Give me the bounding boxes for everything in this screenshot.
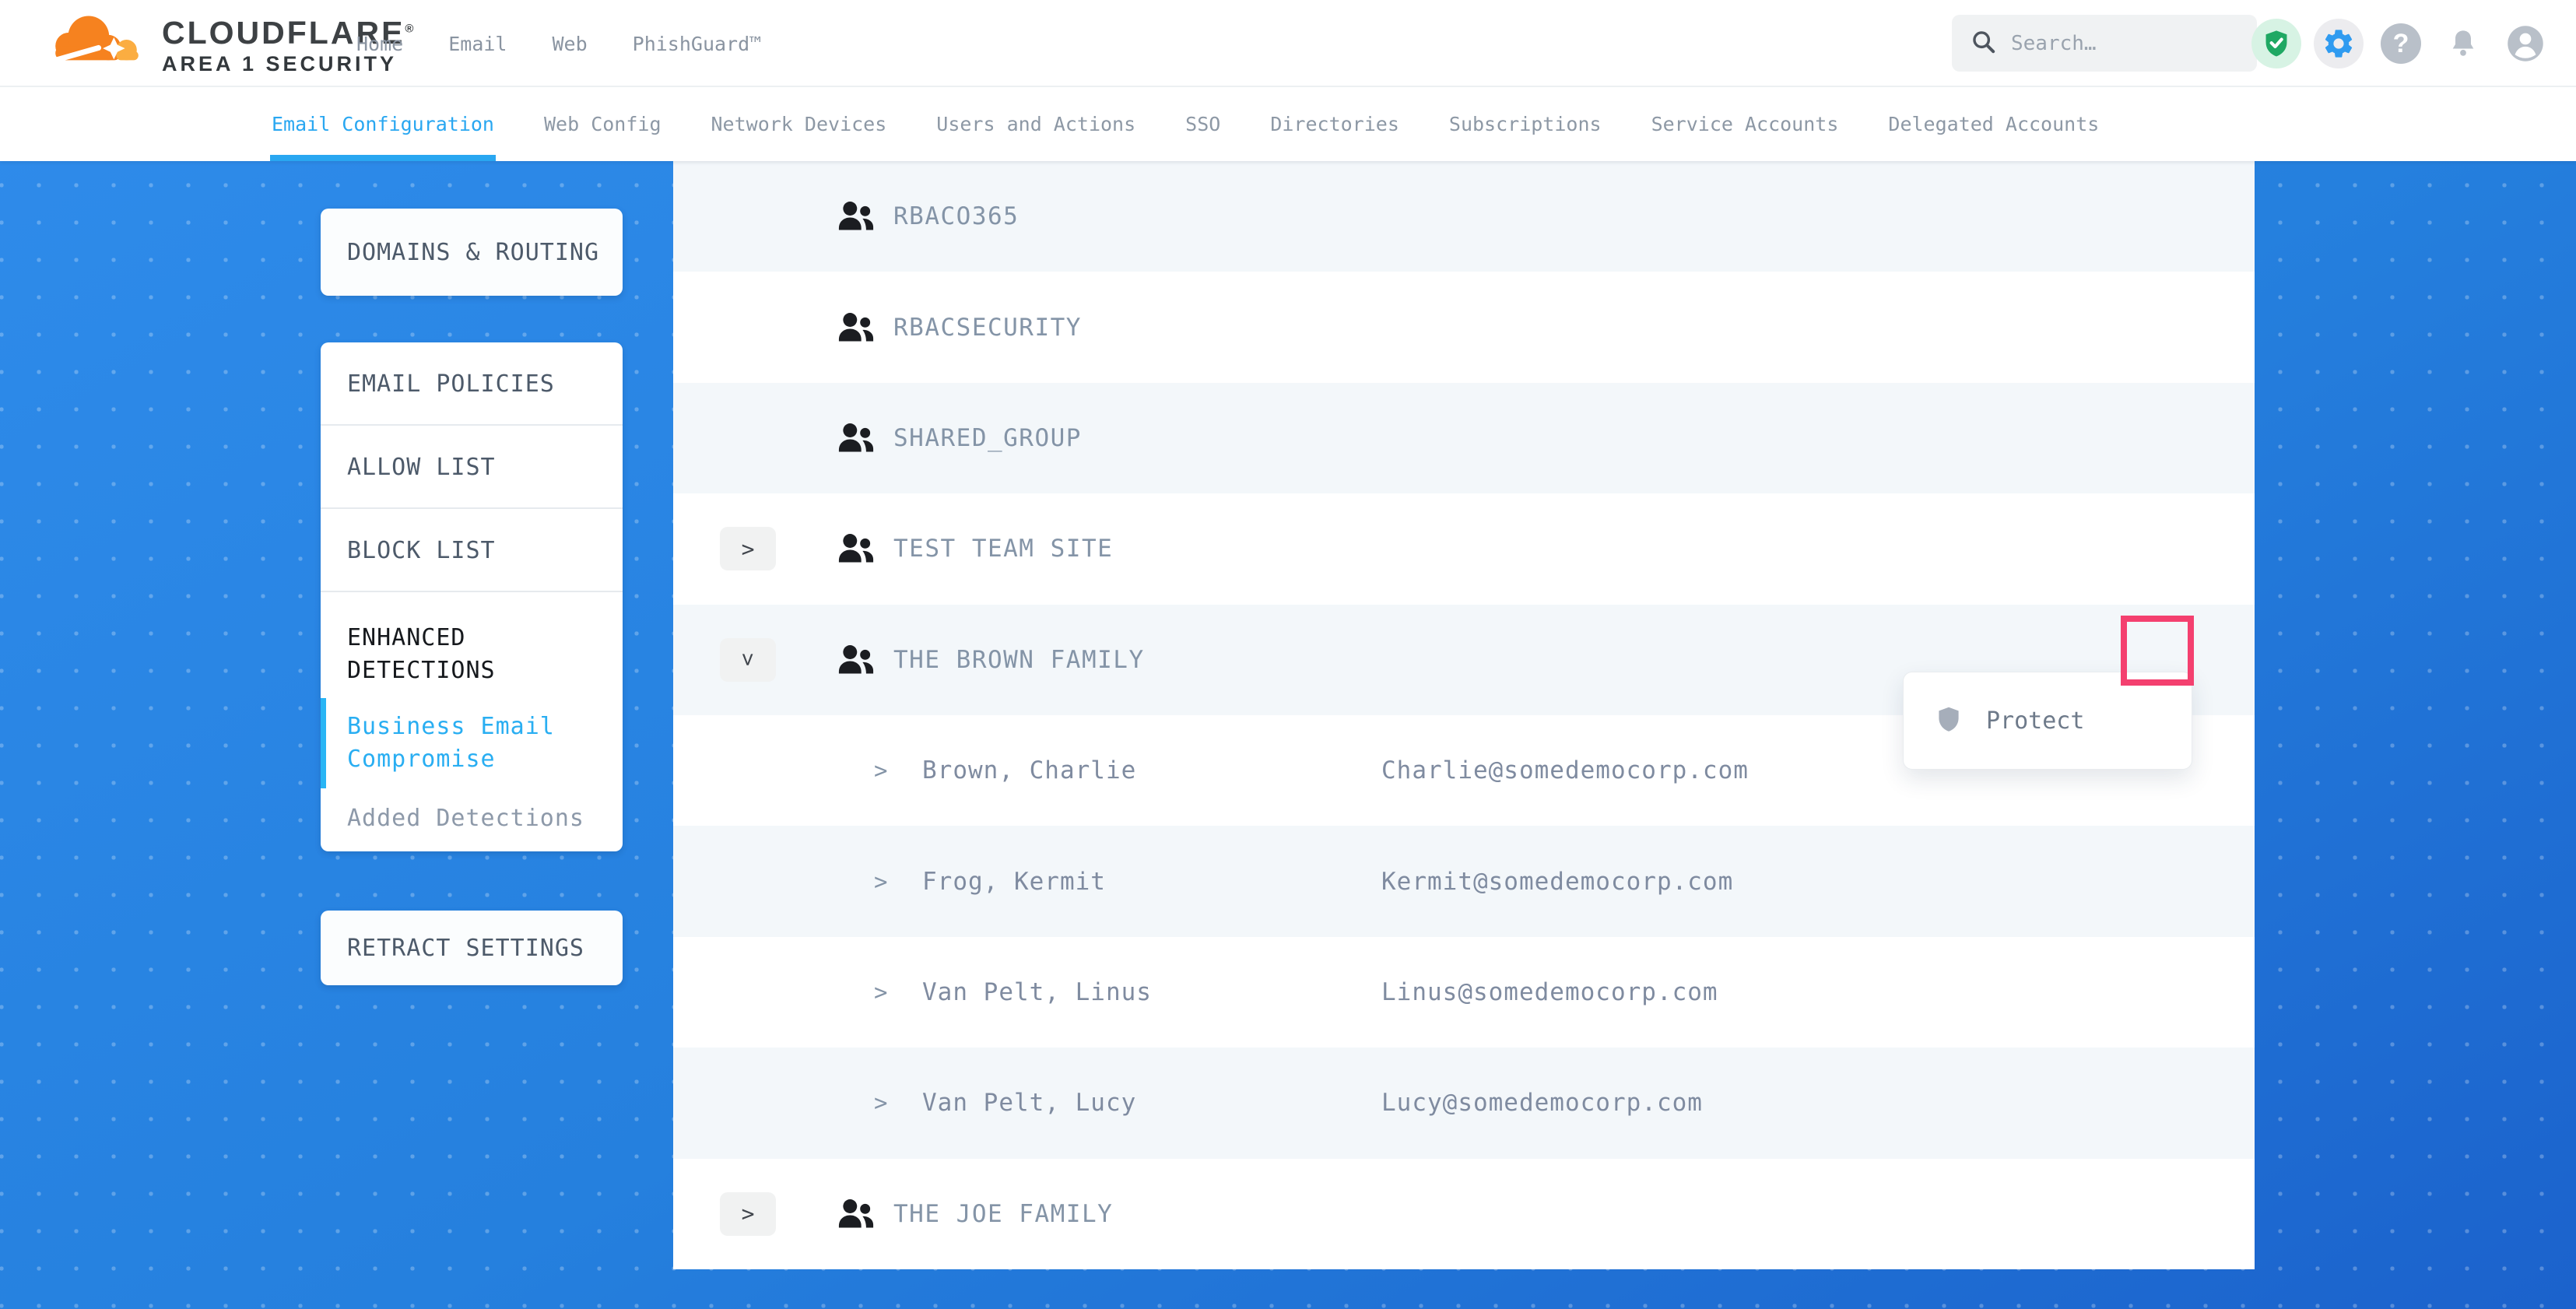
table-row: RBACO3650/0 (673, 161, 2255, 272)
context-menu: Protect (1903, 672, 2192, 770)
member-email: Charlie@somedemocorp.com (1381, 756, 1749, 784)
tab-delegated-accounts[interactable]: Delegated Accounts (1888, 87, 2099, 161)
shield-check-icon[interactable] (2251, 19, 2301, 68)
user-icon[interactable] (2501, 19, 2550, 68)
tab-subscriptions[interactable]: Subscriptions (1449, 87, 1602, 161)
nav-link-web[interactable]: Web (552, 33, 587, 55)
member-name: Brown, Charlie (922, 756, 1136, 784)
tab-web-config[interactable]: Web Config (544, 87, 662, 161)
group-icon (837, 421, 876, 455)
member-email: Linus@somedemocorp.com (1381, 978, 1718, 1006)
sidebar-item-added-detections[interactable]: Added Detections (321, 788, 623, 835)
group-name: SHARED_GROUP (893, 424, 1082, 452)
nav-link-home[interactable]: Home (356, 33, 403, 55)
expand-row-button[interactable]: > (720, 527, 776, 570)
group-name: THE BROWN FAMILY (893, 646, 1145, 674)
table-row: RBACSECURITY0/0 (673, 272, 2255, 382)
shield-icon (1935, 703, 1963, 739)
tab-network-devices[interactable]: Network Devices (711, 87, 887, 161)
page-background: CLOUDFLARE® AREA 1 SECURITY HomeEmailWeb… (0, 0, 2576, 1309)
tab-email-configuration[interactable]: Email Configuration (272, 87, 494, 161)
group-name: RBACO365 (893, 202, 1019, 230)
member-email: Kermit@somedemocorp.com (1381, 868, 1733, 896)
collapse-row-button[interactable]: > (720, 638, 776, 682)
tab-users-and-actions[interactable]: Users and Actions (936, 87, 1135, 161)
highlight-annotation-rectangle (2121, 616, 2194, 686)
group-icon (837, 643, 876, 677)
sidebar-card-retract-settings: RETRACT SETTINGS (321, 911, 623, 985)
top-nav: Home Email Web PhishGuard™ (356, 0, 761, 87)
member-email: Lucy@somedemocorp.com (1381, 1089, 1703, 1117)
table-row: > Van Pelt, Lucy Lucy@somedemocorp.com (673, 1048, 2255, 1158)
bell-icon[interactable] (2438, 19, 2488, 68)
search-input[interactable] (2011, 32, 2229, 55)
sidebar-card-email-policies: EMAIL POLICIESALLOW LISTBLOCK LISTENHANC… (321, 342, 623, 851)
top-header: CLOUDFLARE® AREA 1 SECURITY HomeEmailWeb… (0, 0, 2576, 87)
sidebar-item-enhanced-detections: ENHANCED DETECTIONS (321, 592, 554, 698)
tab-directories[interactable]: Directories (1270, 87, 1399, 161)
help-icon[interactable]: ? (2376, 19, 2426, 68)
group-icon (837, 532, 876, 566)
search-icon (1971, 29, 1997, 58)
group-icon (837, 311, 876, 345)
config-tabs-bar: Email Configuration Web Config Network Dev… (0, 87, 2576, 161)
member-chevron-icon: > (874, 869, 887, 895)
member-chevron-icon: > (874, 757, 887, 784)
tab-sso[interactable]: SSO (1185, 87, 1220, 161)
table-row: SHARED_GROUP0/0 (673, 383, 2255, 493)
table-row: >TEST TEAM SITE0/1 (673, 493, 2255, 604)
table-row: > Frog, Kermit Kermit@somedemocorp.com (673, 826, 2255, 936)
nav-link-phishguard[interactable]: PhishGuard™ (633, 33, 762, 55)
tab-service-accounts[interactable]: Service Accounts (1651, 87, 1839, 161)
sidebar-item-domains-routing[interactable]: DOMAINS & ROUTING (321, 239, 599, 266)
member-name: Frog, Kermit (922, 868, 1106, 896)
cloudflare-cloud-icon (45, 6, 148, 78)
table-row: >THE JOE FAMILY0/5 (673, 1159, 2255, 1269)
group-name: THE JOE FAMILY (893, 1200, 1113, 1228)
search-box[interactable] (1952, 15, 2257, 72)
sidebar-item-business-email-compromise[interactable]: Business Email Compromise (321, 698, 562, 788)
chevron-icon: > (742, 536, 755, 562)
protect-menu-item[interactable]: Protect (1986, 707, 2084, 735)
member-name: Van Pelt, Linus (922, 978, 1152, 1006)
sidebar-card-domains-routing: DOMAINS & ROUTING (321, 209, 623, 296)
member-chevron-icon: > (874, 1090, 887, 1116)
sidebar-item-allow-list[interactable]: ALLOW LIST (321, 426, 623, 509)
sidebar-item-block-list[interactable]: BLOCK LIST (321, 509, 623, 592)
table-row: > Van Pelt, Linus Linus@somedemocorp.com (673, 937, 2255, 1048)
member-chevron-icon: > (874, 979, 887, 1005)
group-name: TEST TEAM SITE (893, 535, 1113, 563)
sidebar-item-retract-settings[interactable]: RETRACT SETTINGS (321, 935, 584, 962)
group-icon (837, 199, 876, 233)
sidebar-item-email-policies[interactable]: EMAIL POLICIES (321, 342, 623, 426)
expand-row-button[interactable]: > (720, 1192, 776, 1236)
gear-icon[interactable] (2314, 19, 2364, 68)
group-icon (837, 1197, 876, 1231)
chevron-icon: > (742, 1201, 755, 1227)
nav-link-email[interactable]: Email (448, 33, 507, 55)
member-name: Van Pelt, Lucy (922, 1089, 1136, 1117)
group-name: RBACSECURITY (893, 314, 1082, 342)
chevron-icon: > (735, 653, 760, 666)
